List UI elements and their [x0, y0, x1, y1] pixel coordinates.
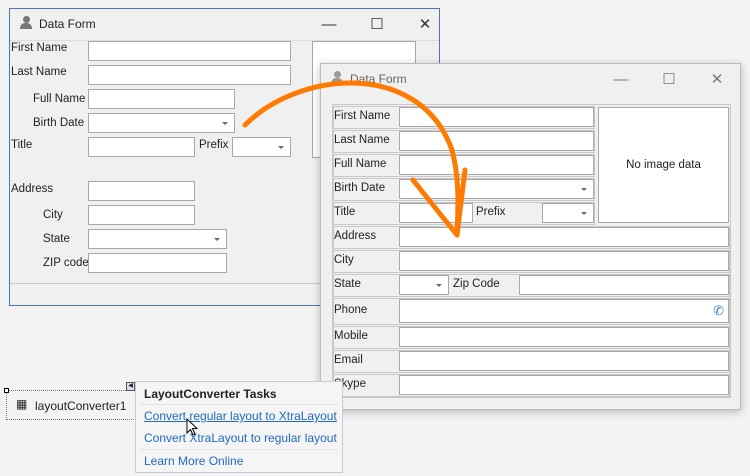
mouse-cursor-icon	[186, 418, 199, 436]
arrow-curve	[242, 80, 461, 238]
tasks-header: LayoutConverter Tasks	[144, 387, 277, 401]
tasks-panel: LayoutConverter Tasks Convert regular la…	[135, 381, 343, 473]
learn-more-link[interactable]: Learn More Online	[144, 454, 243, 468]
component-name: layoutConverter1	[35, 399, 127, 413]
convert-to-xtralayout-link[interactable]: Convert regular layout to XtraLayout	[144, 409, 337, 423]
selection-handle[interactable]	[4, 388, 9, 393]
smart-tag-button[interactable]: ◀	[126, 382, 135, 391]
convert-to-regular-link[interactable]: Convert XtraLayout to regular layout	[144, 431, 337, 445]
layout-converter-component[interactable]: ▦ layoutConverter1	[4, 388, 136, 420]
layout-converter-icon: ▦	[16, 397, 28, 411]
